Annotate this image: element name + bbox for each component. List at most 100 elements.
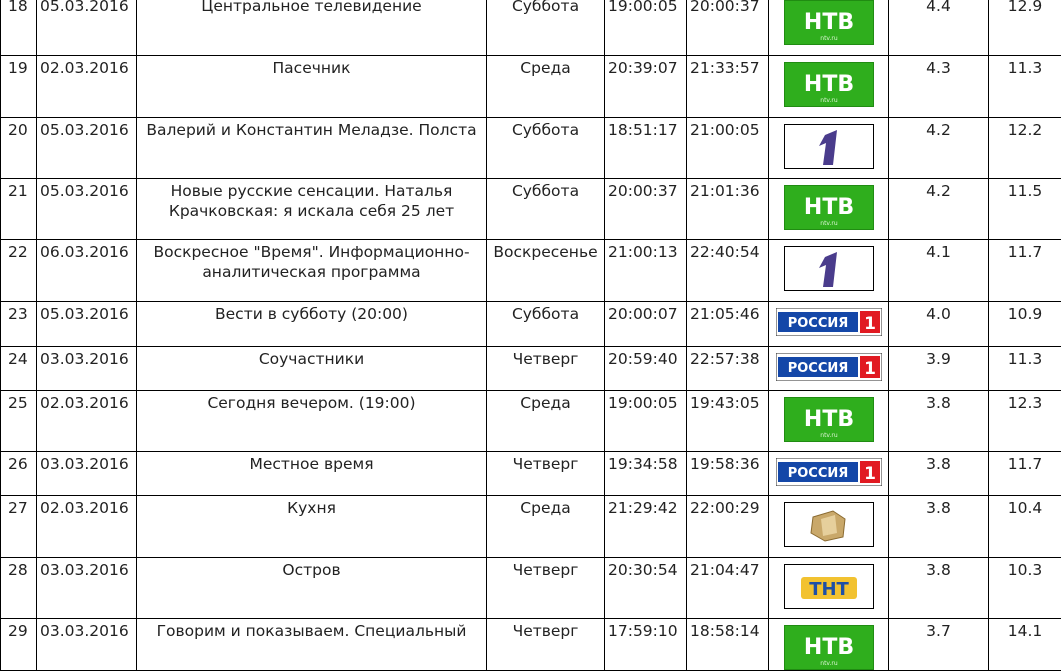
svg-text:1: 1 bbox=[864, 314, 876, 334]
channel-logo: НТВntv.ru bbox=[769, 391, 889, 452]
svg-text:ntv.ru: ntv.ru bbox=[820, 432, 838, 439]
share-value: 11.3 bbox=[989, 347, 1061, 391]
rating-value: 3.8 bbox=[889, 496, 989, 558]
table-row: 2702.03.2016КухняСреда21:29:4222:00:29ДМ… bbox=[1, 496, 1061, 558]
svg-text:1: 1 bbox=[785, 125, 786, 126]
svg-text:ntv.ru: ntv.ru bbox=[820, 35, 838, 42]
end-time: 20:00:37 bbox=[687, 0, 769, 56]
row-number: 27 bbox=[1, 496, 37, 558]
air-date: 02.03.2016 bbox=[37, 391, 137, 452]
channel-logo: 1 bbox=[769, 118, 889, 179]
channel-logo: РОССИЯ 1 bbox=[769, 302, 889, 347]
perviy-logo: 1 bbox=[784, 246, 874, 291]
table-row: 2105.03.2016Новые русские сенсации. Ната… bbox=[1, 179, 1061, 240]
end-time: 21:04:47 bbox=[687, 558, 769, 619]
air-date: 05.03.2016 bbox=[37, 302, 137, 347]
rating-value: 4.3 bbox=[889, 56, 989, 118]
channel-logo: НТВntv.ru bbox=[769, 56, 889, 118]
svg-text:1: 1 bbox=[785, 247, 786, 248]
rating-value: 3.8 bbox=[889, 558, 989, 619]
rating-value: 4.2 bbox=[889, 118, 989, 179]
end-time: 21:00:05 bbox=[687, 118, 769, 179]
program-title: Валерий и Константин Меладзе. Полста bbox=[137, 118, 487, 179]
row-number: 26 bbox=[1, 452, 37, 496]
start-time: 21:00:13 bbox=[605, 240, 687, 302]
program-title: Воскресное "Время". Информационно-аналит… bbox=[137, 240, 487, 302]
svg-text:НТВ: НТВ bbox=[803, 635, 853, 660]
domashniy-logo: ДМ bbox=[784, 502, 874, 547]
row-number: 21 bbox=[1, 179, 37, 240]
weekday: Среда bbox=[487, 391, 605, 452]
end-time: 22:57:38 bbox=[687, 347, 769, 391]
row-number: 19 bbox=[1, 56, 37, 118]
program-title: Вести в субботу (20:00) bbox=[137, 302, 487, 347]
weekday: Четверг bbox=[487, 347, 605, 391]
share-value: 10.3 bbox=[989, 558, 1061, 619]
start-time: 20:39:07 bbox=[605, 56, 687, 118]
share-value: 11.3 bbox=[989, 56, 1061, 118]
program-title: Центральное телевидение bbox=[137, 0, 487, 56]
svg-text:ТНТ: ТНТ bbox=[809, 579, 849, 600]
start-time: 19:00:05 bbox=[605, 391, 687, 452]
svg-text:РОССИЯ: РОССИЯ bbox=[787, 316, 848, 331]
share-value: 11.7 bbox=[989, 452, 1061, 496]
share-value: 11.5 bbox=[989, 179, 1061, 240]
table-row: 1902.03.2016ПасечникСреда20:39:0721:33:5… bbox=[1, 56, 1061, 118]
channel-logo: НТВntv.ru bbox=[769, 179, 889, 240]
program-title: Остров bbox=[137, 558, 487, 619]
channel-logo: РОССИЯ1 bbox=[769, 452, 889, 496]
table-row: 2005.03.2016Валерий и Константин Меладзе… bbox=[1, 118, 1061, 179]
rating-value: 3.9 bbox=[889, 347, 989, 391]
svg-text:ntv.ru: ntv.ru bbox=[820, 660, 838, 667]
rating-value: 4.4 bbox=[889, 0, 989, 56]
share-value: 10.4 bbox=[989, 496, 1061, 558]
row-number: 25 bbox=[1, 391, 37, 452]
air-date: 02.03.2016 bbox=[37, 56, 137, 118]
svg-text:ДМ: ДМ bbox=[785, 503, 787, 504]
start-time: 21:29:42 bbox=[605, 496, 687, 558]
svg-text:ntv.ru: ntv.ru bbox=[820, 220, 838, 227]
share-value: 12.9 bbox=[989, 0, 1061, 56]
rating-value: 4.0 bbox=[889, 302, 989, 347]
channel-logo: НТВntv.ru bbox=[769, 0, 889, 56]
table-row: 2403.03.2016СоучастникиЧетверг20:59:4022… bbox=[1, 347, 1061, 391]
channel-logo: РОССИЯ1 bbox=[769, 347, 889, 391]
ntv-logo: НТВntv.ru bbox=[784, 625, 874, 670]
start-time: 19:00:05 bbox=[605, 0, 687, 56]
table-row: 2305.03.2016Вести в субботу (20:00)Суббо… bbox=[1, 302, 1061, 347]
program-title: Соучастники bbox=[137, 347, 487, 391]
rating-value: 4.2 bbox=[889, 179, 989, 240]
share-value: 12.3 bbox=[989, 391, 1061, 452]
row-number: 23 bbox=[1, 302, 37, 347]
table-row: 2502.03.2016Сегодня вечером. (19:00)Сред… bbox=[1, 391, 1061, 452]
start-time: 18:51:17 bbox=[605, 118, 687, 179]
air-date: 02.03.2016 bbox=[37, 496, 137, 558]
table-row: 1805.03.2016Центральное телевидениеСуббо… bbox=[1, 0, 1061, 56]
row-number: 22 bbox=[1, 240, 37, 302]
weekday: Суббота bbox=[487, 302, 605, 347]
rating-value: 3.8 bbox=[889, 452, 989, 496]
share-value: 12.2 bbox=[989, 118, 1061, 179]
air-date: 05.03.2016 bbox=[37, 118, 137, 179]
table-row: 2803.03.2016ОстровЧетверг20:30:5421:04:4… bbox=[1, 558, 1061, 619]
weekday: Суббота bbox=[487, 0, 605, 56]
weekday: Четверг bbox=[487, 452, 605, 496]
end-time: 22:40:54 bbox=[687, 240, 769, 302]
program-title: Пасечник bbox=[137, 56, 487, 118]
row-number: 18 bbox=[1, 0, 37, 56]
svg-text:РОССИЯ: РОССИЯ bbox=[787, 361, 848, 376]
share-value: 11.7 bbox=[989, 240, 1061, 302]
svg-text:НТВ: НТВ bbox=[803, 72, 853, 97]
start-time: 20:30:54 bbox=[605, 558, 687, 619]
start-time: 19:34:58 bbox=[605, 452, 687, 496]
rossiya-logo: РОССИЯ 1 bbox=[776, 308, 882, 336]
ntv-logo: НТВntv.ru bbox=[784, 397, 874, 442]
weekday: Воскресенье bbox=[487, 240, 605, 302]
program-title: Новые русские сенсации. Наталья Крачковс… bbox=[137, 179, 487, 240]
row-number: 28 bbox=[1, 558, 37, 619]
start-time: 20:59:40 bbox=[605, 347, 687, 391]
tnt-logo: ТНТ bbox=[784, 564, 874, 609]
svg-text:ntv.ru: ntv.ru bbox=[820, 97, 838, 104]
table-row: 2206.03.2016Воскресное "Время". Информац… bbox=[1, 240, 1061, 302]
svg-text:1: 1 bbox=[864, 464, 876, 484]
